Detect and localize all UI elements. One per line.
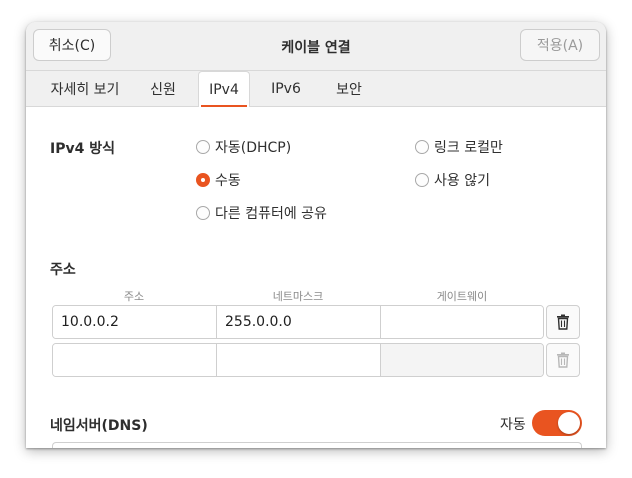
dns-auto-toggle[interactable]	[532, 410, 582, 436]
radio-link-local[interactable]: 링크 로컬만	[415, 137, 503, 157]
dns-input[interactable]	[52, 442, 582, 448]
radio-link-local-label: 링크 로컬만	[434, 140, 503, 156]
address-row-empty	[52, 343, 544, 377]
column-header-address: 주소	[123, 290, 145, 303]
radio-shared[interactable]: 다른 컴퓨터에 공유	[196, 203, 327, 223]
tab-details[interactable]: 자세히 보기	[34, 71, 136, 106]
gateway-field[interactable]	[381, 344, 543, 376]
delete-row-button[interactable]	[546, 305, 580, 339]
gateway-field[interactable]	[381, 306, 543, 338]
dns-auto-label: 자동	[500, 417, 526, 433]
tab-ipv4[interactable]: IPv4	[198, 71, 250, 107]
address-row: 10.0.0.2 255.0.0.0	[52, 305, 544, 339]
tab-bar: 자세히 보기 신원 IPv4 IPv6 보안	[26, 71, 606, 107]
radio-manual-label: 수동	[215, 173, 241, 189]
dns-label: 네임서버(DNS)	[50, 418, 148, 434]
apply-button[interactable]: 적용(A)	[520, 29, 600, 61]
netmask-field[interactable]: 255.0.0.0	[217, 306, 381, 338]
toggle-knob	[558, 412, 580, 434]
radio-auto-dhcp[interactable]: 자동(DHCP)	[196, 137, 291, 157]
radio-manual[interactable]: 수동	[196, 170, 241, 190]
radio-button-selected[interactable]	[196, 173, 210, 187]
radio-disabled-label: 사용 않기	[434, 173, 490, 189]
radio-disabled[interactable]: 사용 않기	[415, 170, 490, 190]
radio-button[interactable]	[196, 140, 210, 154]
trash-icon	[557, 314, 569, 330]
connection-dialog: 취소(C) 케이블 연결 적용(A) 자세히 보기 신원 IPv4 IPv6 보…	[26, 22, 606, 448]
tab-ipv6[interactable]: IPv6	[262, 71, 310, 106]
address-field[interactable]: 10.0.0.2	[53, 306, 217, 338]
radio-button[interactable]	[415, 173, 429, 187]
addresses-label: 주소	[50, 262, 76, 278]
header-bar: 취소(C) 케이블 연결 적용(A)	[26, 22, 606, 71]
tab-identity[interactable]: 신원	[138, 71, 188, 106]
radio-button[interactable]	[415, 140, 429, 154]
radio-shared-label: 다른 컴퓨터에 공유	[215, 206, 327, 222]
netmask-field[interactable]	[217, 344, 381, 376]
dialog-title: 케이블 연결	[281, 40, 351, 56]
trash-icon	[557, 352, 569, 368]
ipv4-method-label: IPv4 방식	[50, 141, 115, 157]
radio-button[interactable]	[196, 206, 210, 220]
tab-security[interactable]: 보안	[326, 71, 372, 106]
delete-row-button-disabled[interactable]	[546, 343, 580, 377]
column-header-gateway: 게이트웨이	[436, 290, 488, 303]
radio-auto-dhcp-label: 자동(DHCP)	[215, 140, 292, 156]
address-field[interactable]	[53, 344, 217, 376]
column-header-netmask: 네트마스크	[272, 290, 324, 303]
